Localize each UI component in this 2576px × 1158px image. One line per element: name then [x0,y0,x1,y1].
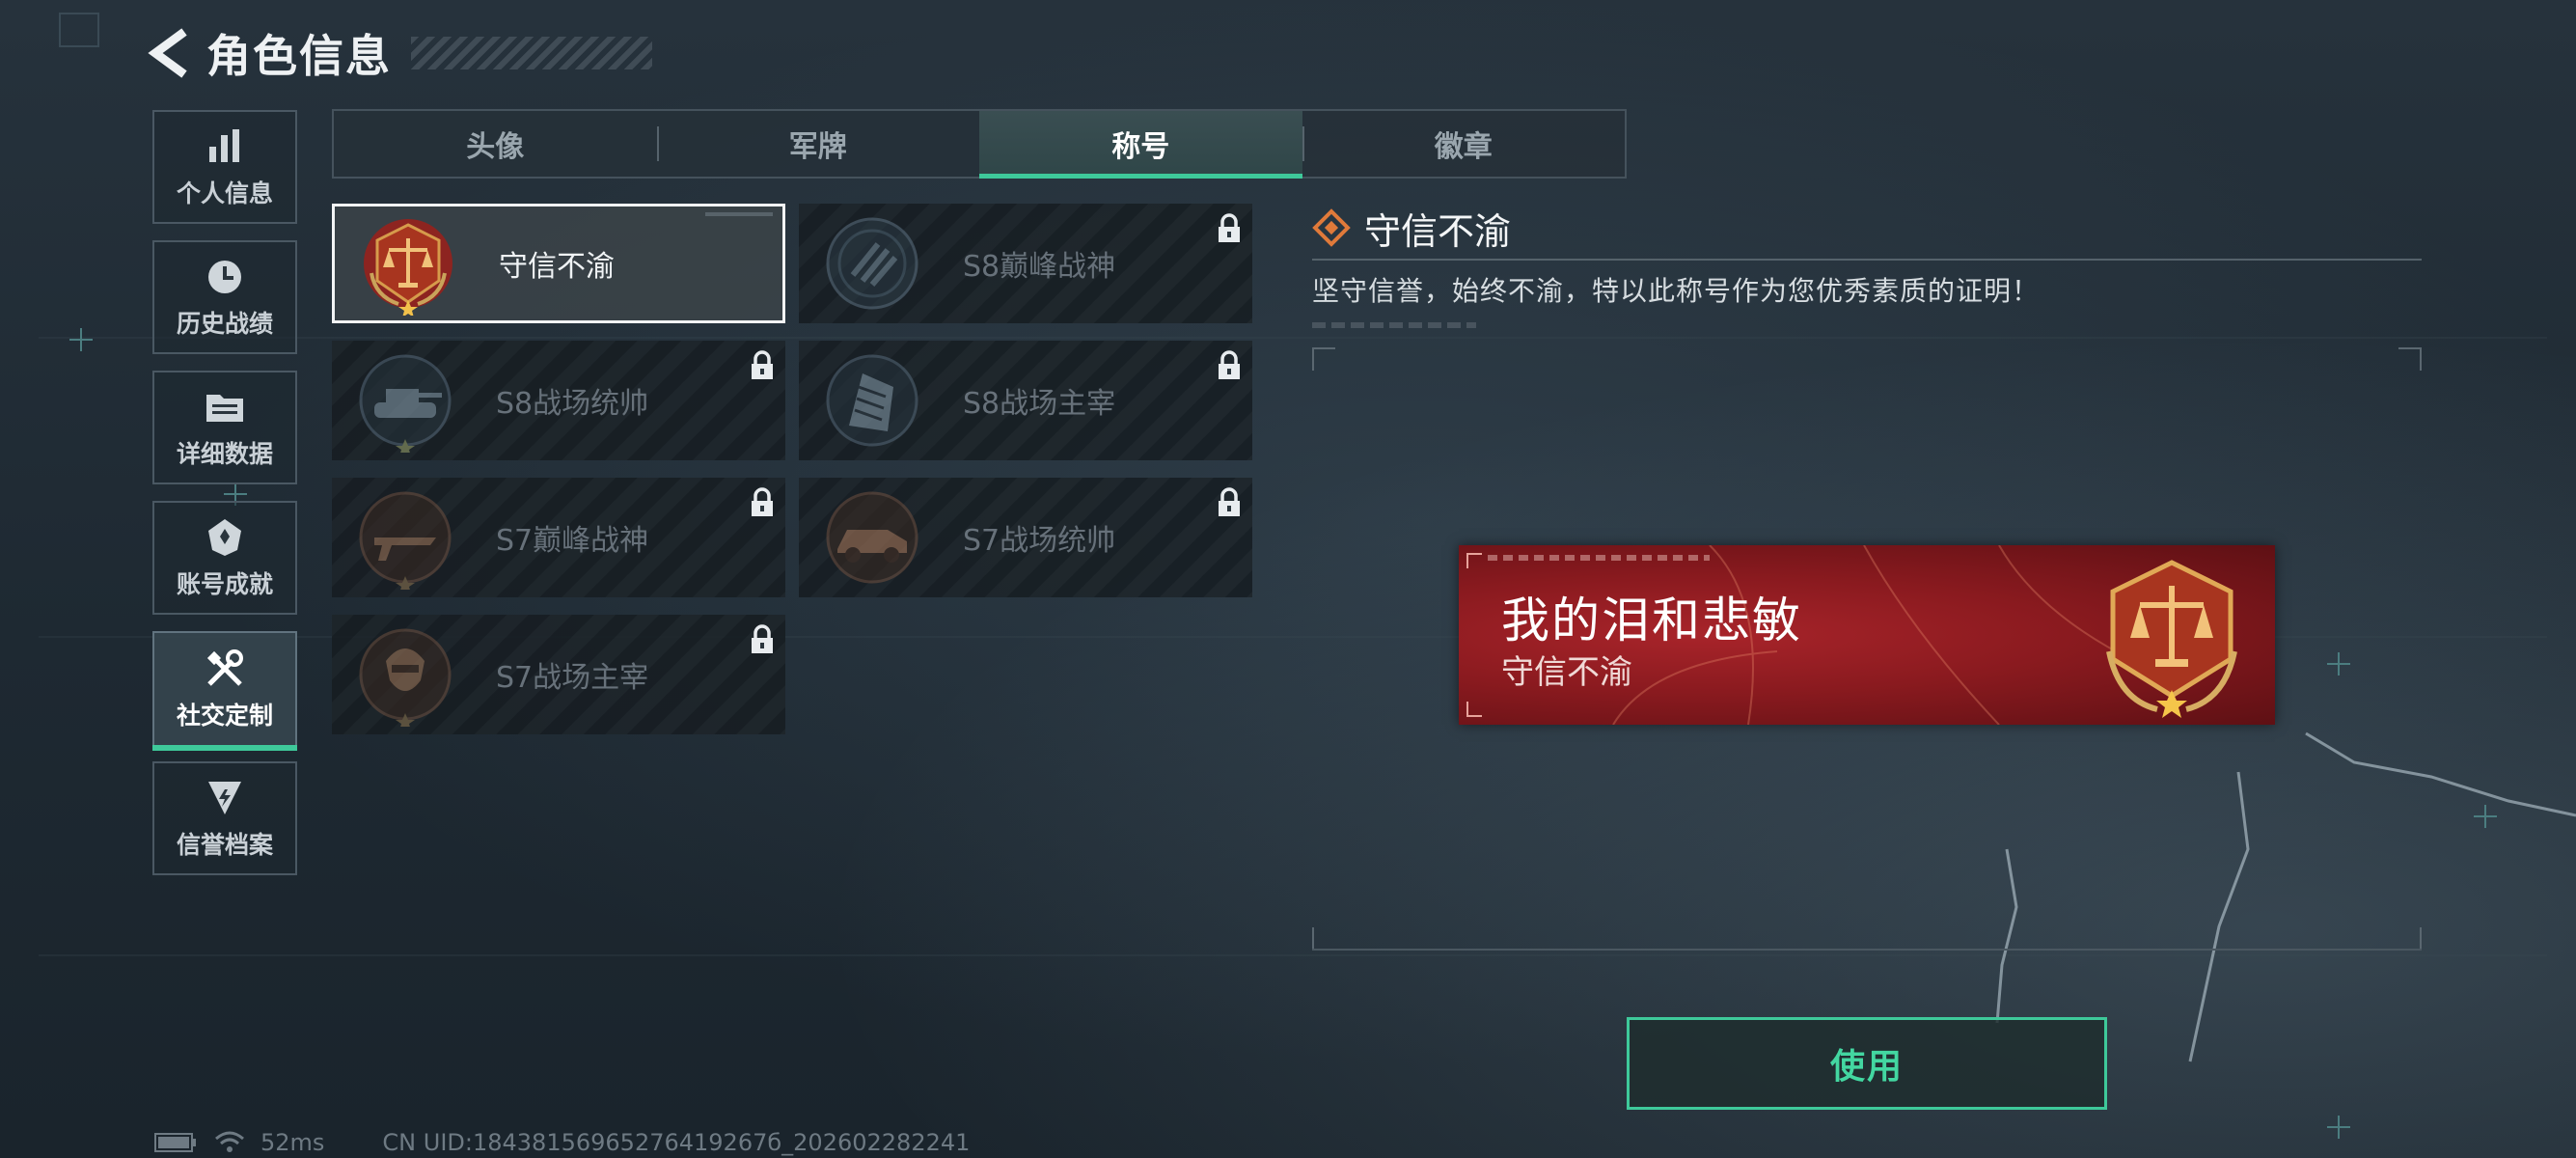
lock-icon [752,350,773,379]
sidebar-item-personal-info[interactable]: 个人信息 [152,110,297,224]
sidebar-item-detailed-data[interactable]: 详细数据 [152,371,297,484]
scales-badge-icon [356,211,460,316]
bar-chart-icon [203,124,247,169]
nameplate-preview: 我的泪和悲敏 守信不渝 [1459,545,2275,725]
title-card-name: S7巅峰战神 [496,524,649,558]
title-detail-panel: 守信不渝 坚守信誉，始终不渝，特以此称号作为您优秀素质的证明！ [1312,203,2422,328]
nameplate-title: 守信不渝 [1501,653,1632,692]
tab-avatar[interactable]: 头像 [334,111,657,177]
battery-icon [154,1133,196,1152]
title-card-name: S7战场主宰 [496,661,649,695]
sidebar-item-social-custom[interactable]: 社交定制 [152,631,297,751]
nameplate-corner [1466,702,1482,717]
rifle-badge-icon [353,485,457,590]
tank-badge-icon [353,348,457,453]
diamond-icon [1312,208,1351,247]
tab-emblem[interactable]: 徽章 [1302,111,1626,177]
page-title: 角色信息 [206,30,392,82]
nameplate-player-name: 我的泪和悲敏 [1501,593,1802,648]
tab-dog-tag[interactable]: 军牌 [656,111,980,177]
s8-peak-badge-icon [820,211,924,316]
title-card-name: S8战场主宰 [963,387,1116,421]
title-card-name: 守信不渝 [499,250,615,284]
card-decoration [705,212,773,216]
wifi-icon [215,1131,244,1152]
shield-credit-icon [203,776,247,820]
lock-icon [1219,487,1240,516]
vehicle-badge-icon [820,485,924,590]
sidebar-item-label: 详细数据 [176,440,273,468]
status-bar: 52ms CN UID:18438156965276419267б_202602… [154,1129,970,1156]
title-card-name: S7战场统帅 [963,524,1116,558]
sidebar-item-label: 个人信息 [176,179,273,207]
scales-badge-icon [2106,560,2237,718]
detail-header: 守信不渝 [1312,203,2422,253]
title-list: 守信不渝 S8巅峰战神 S8战场统帅 S8战场主宰 S7巅峰战神 S7战场统帅 … [332,204,1254,734]
back-arrow-icon [148,28,187,78]
frame-corner [2398,347,2422,371]
divider [1312,259,2422,261]
sidebar-item-label: 历史战绩 [176,310,273,338]
ping-value: 52ms [260,1129,325,1156]
uid-text: CN UID:18438156965276419267б_20260228224… [382,1129,971,1156]
tab-title[interactable]: 称号 [979,111,1302,179]
title-decoration [411,37,652,69]
tools-wrench-icon [203,647,247,691]
title-card-s7-commander[interactable]: S7战场统帅 [799,478,1252,597]
sidebar-item-achievements[interactable]: 账号成就 [152,501,297,615]
nameplate-decoration [1488,555,1710,561]
sidebar-item-credit-record[interactable]: 信誉档案 [152,761,297,875]
nameplate-corner [1466,553,1482,568]
sidebar-item-label: 账号成就 [176,570,273,598]
soldier-badge-icon [353,622,457,727]
sidebar-item-label: 信誉档案 [176,831,273,859]
detail-description: 坚守信誉，始终不渝，特以此称号作为您优秀素质的证明！ [1312,275,2041,307]
lock-icon [752,487,773,516]
tab-bar: 头像 军牌 称号 徽章 [332,109,1627,179]
title-card-s8-dominator[interactable]: S8战场主宰 [799,341,1252,460]
folder-icon [203,385,247,429]
building-badge-icon [820,348,924,453]
back-button[interactable] [145,24,193,82]
clock-history-icon [203,255,247,299]
lock-icon [1219,213,1240,242]
frame-corner [1312,927,1335,951]
sidebar-item-history[interactable]: 历史战绩 [152,240,297,354]
lock-icon [752,624,773,653]
sidebar: 个人信息 历史战绩 详细数据 账号成就 社交定制 信誉档案 [152,110,301,892]
sidebar-item-label: 社交定制 [176,702,273,730]
lock-icon [1219,350,1240,379]
frame-corner [1312,347,1335,371]
use-button[interactable]: 使用 [1627,1017,2107,1110]
frame-corner [2398,927,2422,951]
detail-decoration [1312,322,1476,328]
detail-title: 守信不渝 [1364,209,1512,253]
frame-line [1312,949,2422,951]
title-card-name: S8战场统帅 [496,387,649,421]
achievement-badge-icon [203,515,247,560]
page-header: 角色信息 [145,21,652,85]
title-card-s8-peak[interactable]: S8巅峰战神 [799,204,1252,323]
title-card-s7-dominator[interactable]: S7战场主宰 [332,615,785,734]
title-card-name: S8巅峰战神 [963,250,1116,284]
title-card-s7-peak[interactable]: S7巅峰战神 [332,478,785,597]
title-card-s8-commander[interactable]: S8战场统帅 [332,341,785,460]
title-card-shouxin[interactable]: 守信不渝 [332,204,785,323]
